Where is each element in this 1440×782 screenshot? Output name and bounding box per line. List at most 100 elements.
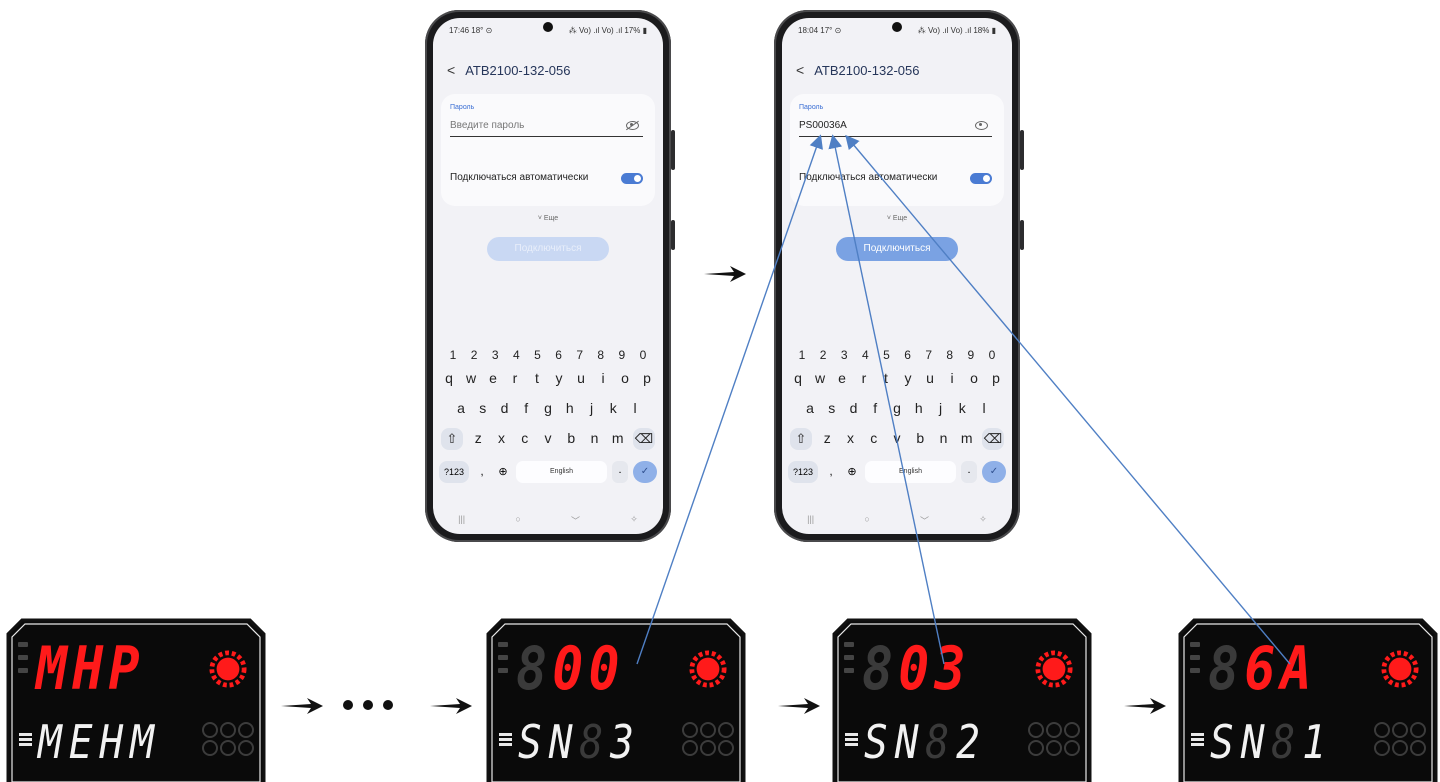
key-5[interactable]: 5	[529, 348, 545, 362]
backspace-icon[interactable]: ⌫	[633, 428, 655, 450]
key-i[interactable]: i	[944, 370, 960, 386]
key-9[interactable]: 9	[963, 348, 979, 362]
key-7[interactable]: 7	[572, 348, 588, 362]
key-c[interactable]: c	[517, 430, 533, 450]
key-9[interactable]: 9	[614, 348, 630, 362]
key-2[interactable]: 2	[466, 348, 482, 362]
connect-button[interactable]: Подключиться	[487, 237, 609, 261]
back-arrow-icon[interactable]: <	[796, 62, 804, 78]
key-d[interactable]: d	[497, 400, 513, 416]
key-1[interactable]: 1	[794, 348, 810, 362]
key-a[interactable]: a	[802, 400, 818, 416]
more-options-link[interactable]: ˅ Еще	[782, 215, 1012, 222]
backspace-icon[interactable]: ⌫	[982, 428, 1004, 450]
space-key[interactable]: English	[865, 461, 956, 483]
key-4[interactable]: 4	[508, 348, 524, 362]
key-g[interactable]: g	[889, 400, 905, 416]
key-g[interactable]: g	[540, 400, 556, 416]
key-8[interactable]: 8	[593, 348, 609, 362]
key-y[interactable]: y	[900, 370, 916, 386]
key-y[interactable]: y	[551, 370, 567, 386]
key-n[interactable]: n	[936, 430, 952, 450]
key-o[interactable]: o	[966, 370, 982, 386]
key-0[interactable]: 0	[984, 348, 1000, 362]
key-k[interactable]: k	[605, 400, 621, 416]
home-icon[interactable]: ○	[864, 514, 869, 528]
comma-key[interactable]: ,	[823, 461, 839, 483]
key-h[interactable]: h	[911, 400, 927, 416]
key-c[interactable]: c	[866, 430, 882, 450]
back-arrow-icon[interactable]: <	[447, 62, 455, 78]
key-v[interactable]: v	[889, 430, 905, 450]
home-icon[interactable]: ○	[515, 514, 520, 528]
key-6[interactable]: 6	[551, 348, 567, 362]
auto-connect-toggle[interactable]	[970, 173, 992, 184]
key-7[interactable]: 7	[921, 348, 937, 362]
key-u[interactable]: u	[922, 370, 938, 386]
key-o[interactable]: o	[617, 370, 633, 386]
shift-icon[interactable]: ⇧	[790, 428, 812, 450]
key-e[interactable]: e	[485, 370, 501, 386]
globe-icon[interactable]: ⊕	[844, 461, 860, 483]
shift-icon[interactable]: ⇧	[441, 428, 463, 450]
space-key[interactable]: English	[516, 461, 607, 483]
auto-connect-toggle[interactable]	[621, 173, 643, 184]
password-input[interactable]: Введите пароль	[450, 118, 643, 137]
key-3[interactable]: 3	[836, 348, 852, 362]
key-t[interactable]: t	[878, 370, 894, 386]
key-s[interactable]: s	[475, 400, 491, 416]
key-p[interactable]: p	[639, 370, 655, 386]
key-p[interactable]: p	[988, 370, 1004, 386]
key-0[interactable]: 0	[635, 348, 651, 362]
key-w[interactable]: w	[463, 370, 479, 386]
key-r[interactable]: r	[856, 370, 872, 386]
key-h[interactable]: h	[562, 400, 578, 416]
password-input[interactable]: PS00036A	[799, 118, 992, 137]
key-w[interactable]: w	[812, 370, 828, 386]
period-key[interactable]: .	[961, 461, 977, 483]
key-e[interactable]: e	[834, 370, 850, 386]
key-s[interactable]: s	[824, 400, 840, 416]
key-b[interactable]: b	[563, 430, 579, 450]
key-x[interactable]: x	[494, 430, 510, 450]
hide-keyboard-icon[interactable]: ﹀	[920, 514, 929, 528]
key-l[interactable]: l	[976, 400, 992, 416]
key-i[interactable]: i	[595, 370, 611, 386]
globe-icon[interactable]: ⊕	[495, 461, 511, 483]
accessibility-icon[interactable]: ✧	[630, 514, 638, 528]
key-d[interactable]: d	[846, 400, 862, 416]
done-key[interactable]: ✓	[633, 461, 657, 483]
key-q[interactable]: q	[790, 370, 806, 386]
done-key[interactable]: ✓	[982, 461, 1006, 483]
more-options-link[interactable]: ˅ Еще	[433, 215, 663, 222]
auto-connect-row[interactable]: Подключаться автоматически	[450, 170, 643, 186]
key-2[interactable]: 2	[815, 348, 831, 362]
key-v[interactable]: v	[540, 430, 556, 450]
key-q[interactable]: q	[441, 370, 457, 386]
symbols-key[interactable]: ?123	[439, 461, 469, 483]
period-key[interactable]: .	[612, 461, 628, 483]
comma-key[interactable]: ,	[474, 461, 490, 483]
recents-icon[interactable]: |||	[458, 514, 465, 528]
key-z[interactable]: z	[819, 430, 835, 450]
key-x[interactable]: x	[843, 430, 859, 450]
key-5[interactable]: 5	[878, 348, 894, 362]
key-u[interactable]: u	[573, 370, 589, 386]
key-4[interactable]: 4	[857, 348, 873, 362]
key-b[interactable]: b	[912, 430, 928, 450]
hide-keyboard-icon[interactable]: ﹀	[571, 514, 580, 528]
key-1[interactable]: 1	[445, 348, 461, 362]
key-m[interactable]: m	[959, 430, 975, 450]
key-6[interactable]: 6	[900, 348, 916, 362]
symbols-key[interactable]: ?123	[788, 461, 818, 483]
connect-button[interactable]: Подключиться	[836, 237, 958, 261]
key-l[interactable]: l	[627, 400, 643, 416]
key-3[interactable]: 3	[487, 348, 503, 362]
recents-icon[interactable]: |||	[807, 514, 814, 528]
accessibility-icon[interactable]: ✧	[979, 514, 987, 528]
key-r[interactable]: r	[507, 370, 523, 386]
key-m[interactable]: m	[610, 430, 626, 450]
key-j[interactable]: j	[933, 400, 949, 416]
key-a[interactable]: a	[453, 400, 469, 416]
key-z[interactable]: z	[470, 430, 486, 450]
